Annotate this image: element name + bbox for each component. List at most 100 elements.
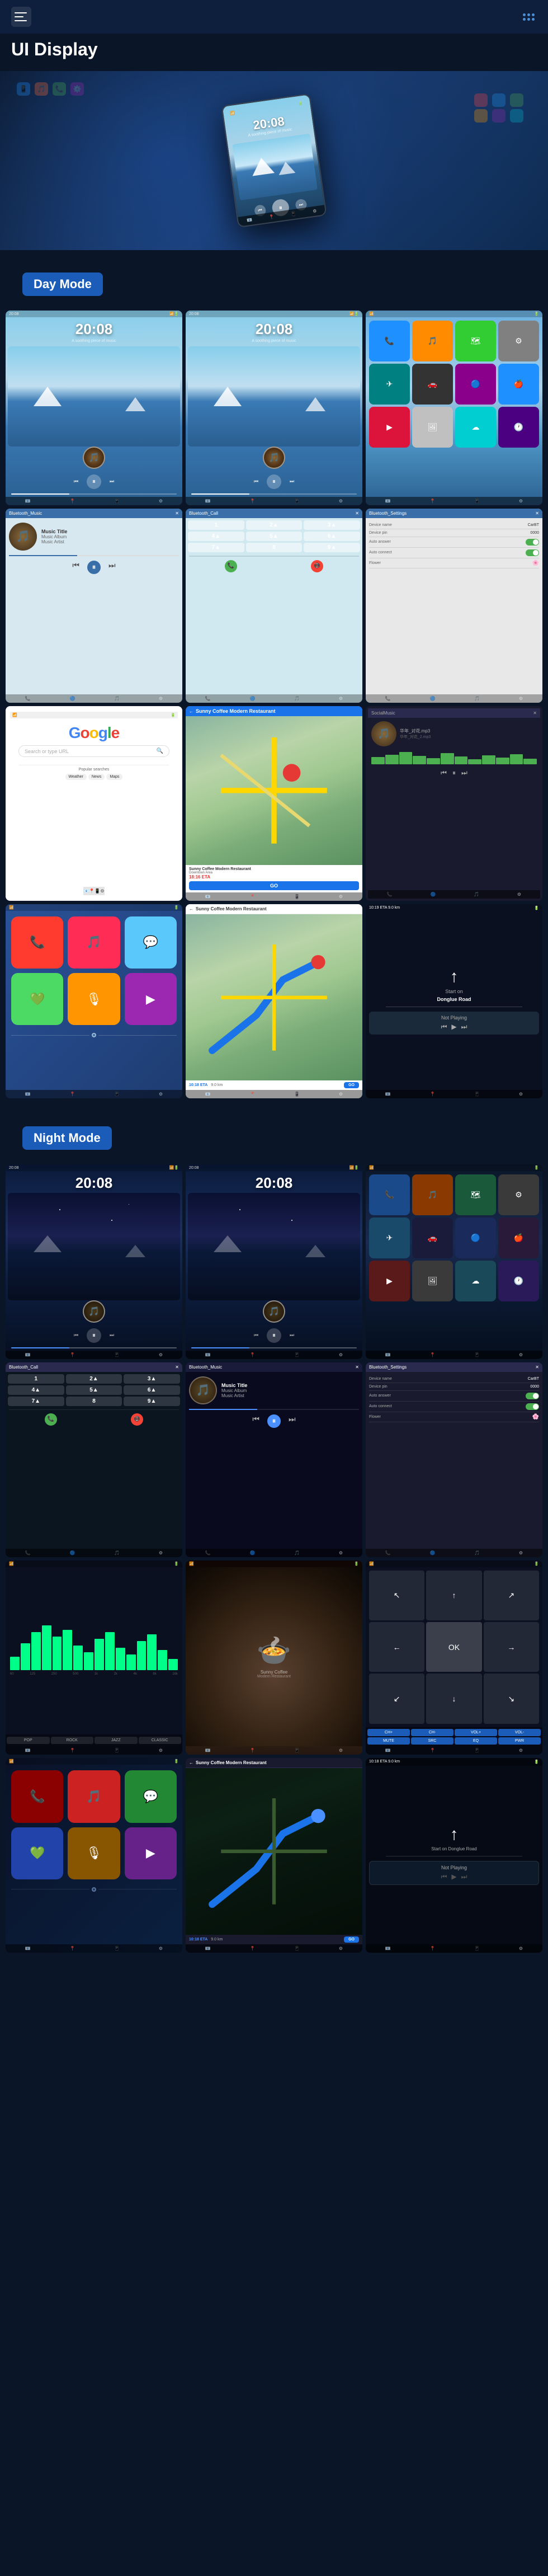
app-icon-maps[interactable]: 🗺 bbox=[455, 321, 496, 361]
go-button[interactable]: GO bbox=[189, 881, 359, 890]
nav-arrow-up[interactable]: ↑ bbox=[426, 1571, 481, 1621]
nav-arrow-ok[interactable]: OK bbox=[426, 1622, 481, 1672]
app-icon-youtube[interactable]: ▶ bbox=[369, 407, 410, 448]
day-social-music-screen[interactable]: SocialMusic✕ 🎵 华年_对花.mp3 华年_对花_2.mp3 bbox=[366, 706, 542, 901]
auto-connect-toggle[interactable] bbox=[526, 549, 539, 556]
numpad-5[interactable]: 5▲ bbox=[246, 532, 303, 541]
night-bt-call-screen[interactable]: Bluetooth_Call ✕ 1 2▲ 3▲ 4▲ 5▲ 6▲ 7▲ 8 9… bbox=[6, 1362, 182, 1557]
night-app-clock[interactable]: 🕐 bbox=[498, 1261, 539, 1301]
night-bt-settings-screen[interactable]: Bluetooth_Settings ✕ Device name CarBT D… bbox=[366, 1362, 542, 1557]
numpad-4[interactable]: 4▲ bbox=[188, 532, 244, 541]
launcher-music[interactable]: 🎵 bbox=[68, 916, 120, 969]
app-icon-bt[interactable]: 🔵 bbox=[455, 364, 496, 405]
night-numpad-1[interactable]: 1 bbox=[8, 1374, 64, 1384]
day-google-screen[interactable]: 📶🔋 Google Search or type URL 🔍 Popular s… bbox=[6, 706, 182, 901]
nav-arrow-upleft[interactable]: ↖ bbox=[369, 1571, 424, 1621]
night-launcher-podcast[interactable]: 🎙 bbox=[68, 1827, 120, 1879]
night-carplay-screen[interactable]: 10:18 ETA 9.0 km🔋 ↑ Start on Donglue Roa… bbox=[366, 1758, 542, 1953]
night-app-weather[interactable]: ☁ bbox=[455, 1261, 496, 1301]
night-app-phone[interactable]: 📞 bbox=[369, 1174, 410, 1215]
night-waveform-screen[interactable]: 📶🔋 bbox=[6, 1560, 182, 1755]
nav-arrow-upright[interactable]: ↗ bbox=[484, 1571, 539, 1621]
night-numpad-3[interactable]: 3▲ bbox=[124, 1374, 180, 1384]
day-carplay-screen[interactable]: 10:19 ETA 9.0 km🔋 ↑ Start on Donglue Roa… bbox=[366, 904, 542, 1099]
night-home-screen[interactable]: 📶🔋 📞 🎵 🗺 ⚙ ✈ 🚗 🔵 🍎 ▶ 🖼 ☁ 🕐 📧 📍 📱 bbox=[366, 1164, 542, 1359]
app-icon-waze[interactable]: 🚗 bbox=[412, 364, 453, 405]
night-numpad-6[interactable]: 6▲ bbox=[124, 1385, 180, 1395]
night-app-carplay[interactable]: 🍎 bbox=[498, 1218, 539, 1258]
numpad-3[interactable]: 3▲ bbox=[304, 520, 360, 530]
night-numpad-4[interactable]: 4▲ bbox=[8, 1385, 64, 1395]
night-call-answer[interactable]: 📞 bbox=[45, 1413, 57, 1426]
day-music-screen-1[interactable]: 20:08📶🔋 20:08 A soothing piece of music … bbox=[6, 311, 182, 505]
launcher-wechat[interactable]: 💚 bbox=[11, 973, 63, 1025]
auto-answer-toggle[interactable] bbox=[526, 539, 539, 546]
night-nav-arrows-screen[interactable]: 📶🔋 ↖ ↑ ↗ ← OK → ↙ ↓ ↘ CH+ CH- VOL+ VOL- … bbox=[366, 1560, 542, 1755]
day-bt-music-screen[interactable]: Bluetooth_Music ✕ 🎵 Music Title Music Al… bbox=[6, 509, 182, 703]
launcher-podcast[interactable]: 🎙 bbox=[68, 973, 120, 1025]
app-icon-gallery[interactable]: 🖼 bbox=[412, 407, 453, 448]
nav-arrow-downright[interactable]: ↘ bbox=[484, 1674, 539, 1724]
menu-icon[interactable] bbox=[11, 7, 31, 27]
night-app-gallery[interactable]: 🖼 bbox=[412, 1261, 453, 1301]
night-app-youtube[interactable]: ▶ bbox=[369, 1261, 410, 1301]
app-icon-carplay[interactable]: 🍎 bbox=[498, 364, 539, 405]
day-bt-call-screen[interactable]: Bluetooth_Call ✕ 1 2▲ 3▲ 4▲ 5▲ 6▲ 7▲ 8 9… bbox=[186, 509, 362, 703]
launcher-messages[interactable]: 💬 bbox=[125, 916, 177, 969]
launcher-youtube[interactable]: ▶ bbox=[125, 973, 177, 1025]
day-map-screen[interactable]: ← Sunny Coffee Modern Restaurant Sunny C… bbox=[186, 706, 362, 901]
night-numpad-8[interactable]: 8 bbox=[66, 1397, 122, 1406]
numpad-2[interactable]: 2▲ bbox=[246, 520, 303, 530]
night-launcher-wechat[interactable]: 💚 bbox=[11, 1827, 63, 1879]
numpad-8[interactable]: 8 bbox=[246, 543, 303, 552]
day-launcher-screen[interactable]: 📶🔋 📞 🎵 💬 💚 🎙 ▶ 📧 📍 📱 ⚙ bbox=[6, 904, 182, 1099]
numpad-1[interactable]: 1 bbox=[188, 520, 244, 530]
night-app-settings[interactable]: ⚙ bbox=[498, 1174, 539, 1215]
day-bt-settings-screen[interactable]: Bluetooth_Settings ✕ Device name CarBT D… bbox=[366, 509, 542, 703]
night-navigation-screen[interactable]: ←Sunny Coffee Modern Restaurant 10:18 E bbox=[186, 1758, 362, 1953]
night-numpad-2[interactable]: 2▲ bbox=[66, 1374, 122, 1384]
nav-arrow-downleft[interactable]: ↙ bbox=[369, 1674, 424, 1724]
night-launcher-screen[interactable]: 📶🔋 📞 🎵 💬 💚 🎙 ▶ 📧 📍 📱 ⚙ bbox=[6, 1758, 182, 1953]
night-music-screen-1[interactable]: 20:08📶🔋 20:08 🎵 ⏮ ⏸ ⏭ 📧 📍 bbox=[6, 1164, 182, 1359]
night-launcher-phone[interactable]: 📞 bbox=[11, 1770, 63, 1822]
call-hangup-btn[interactable]: 📵 bbox=[311, 560, 323, 572]
app-icon-phone[interactable]: 📞 bbox=[369, 321, 410, 361]
numpad-7[interactable]: 7▲ bbox=[188, 543, 244, 552]
night-numpad-5[interactable]: 5▲ bbox=[66, 1385, 122, 1395]
app-icon-settings[interactable]: ⚙ bbox=[498, 321, 539, 361]
night-app-maps[interactable]: 🗺 bbox=[455, 1174, 496, 1215]
night-call-hangup[interactable]: 📵 bbox=[131, 1413, 143, 1426]
night-launcher-youtube[interactable]: ▶ bbox=[125, 1827, 177, 1879]
night-bt-music-screen[interactable]: Bluetooth_Music ✕ 🎵 Music Title Music Al… bbox=[186, 1362, 362, 1557]
app-icon-telegram[interactable]: ✈ bbox=[369, 364, 410, 405]
app-icon-clock[interactable]: 🕐 bbox=[498, 407, 539, 448]
night-numpad-9[interactable]: 9▲ bbox=[124, 1397, 180, 1406]
app-icon-weather[interactable]: ☁ bbox=[455, 407, 496, 448]
night-auto-answer-toggle[interactable] bbox=[526, 1393, 539, 1399]
app-icon-music[interactable]: 🎵 bbox=[412, 321, 453, 361]
night-numpad-7[interactable]: 7▲ bbox=[8, 1397, 64, 1406]
night-app-music[interactable]: 🎵 bbox=[412, 1174, 453, 1215]
day-music-screen-2[interactable]: 20:08📶🔋 20:08 A soothing piece of music … bbox=[186, 311, 362, 505]
night-app-telegram[interactable]: ✈ bbox=[369, 1218, 410, 1258]
nav-arrow-right[interactable]: → bbox=[484, 1622, 539, 1672]
night-launcher-messages[interactable]: 💬 bbox=[125, 1770, 177, 1822]
call-answer-btn[interactable]: 📞 bbox=[225, 560, 237, 572]
nav-go-button[interactable]: GO bbox=[344, 1082, 359, 1088]
nav-arrow-down[interactable]: ↓ bbox=[426, 1674, 481, 1724]
night-auto-connect-toggle[interactable] bbox=[526, 1403, 539, 1410]
nav-arrow-left[interactable]: ← bbox=[369, 1622, 424, 1672]
night-food-screen[interactable]: 📶🔋 🍲 Sunny Coffee Modern Restaurant 📧 📍 … bbox=[186, 1560, 362, 1755]
numpad-6[interactable]: 6▲ bbox=[304, 532, 360, 541]
numpad-9[interactable]: 9▲ bbox=[304, 543, 360, 552]
day-home-screen[interactable]: 📶🔋 📞 🎵 🗺 ⚙ ✈ 🚗 🔵 🍎 ▶ 🖼 ☁ 🕐 📧 📍 📱 bbox=[366, 311, 542, 505]
night-nav-go-button[interactable]: GO bbox=[344, 1936, 359, 1943]
nav-dots-icon[interactable] bbox=[521, 11, 537, 23]
launcher-phone[interactable]: 📞 bbox=[11, 916, 63, 969]
day-navigation-screen[interactable]: ←Sunny Coffee Modern Restaurant 10:18 E bbox=[186, 904, 362, 1099]
night-app-bt[interactable]: 🔵 bbox=[455, 1218, 496, 1258]
night-music-screen-2[interactable]: 20:08📶🔋 20:08 🎵 ⏮ ⏸ ⏭ 📧 📍 📱 ⚙ bbox=[186, 1164, 362, 1359]
night-launcher-music[interactable]: 🎵 bbox=[68, 1770, 120, 1822]
night-app-waze[interactable]: 🚗 bbox=[412, 1218, 453, 1258]
